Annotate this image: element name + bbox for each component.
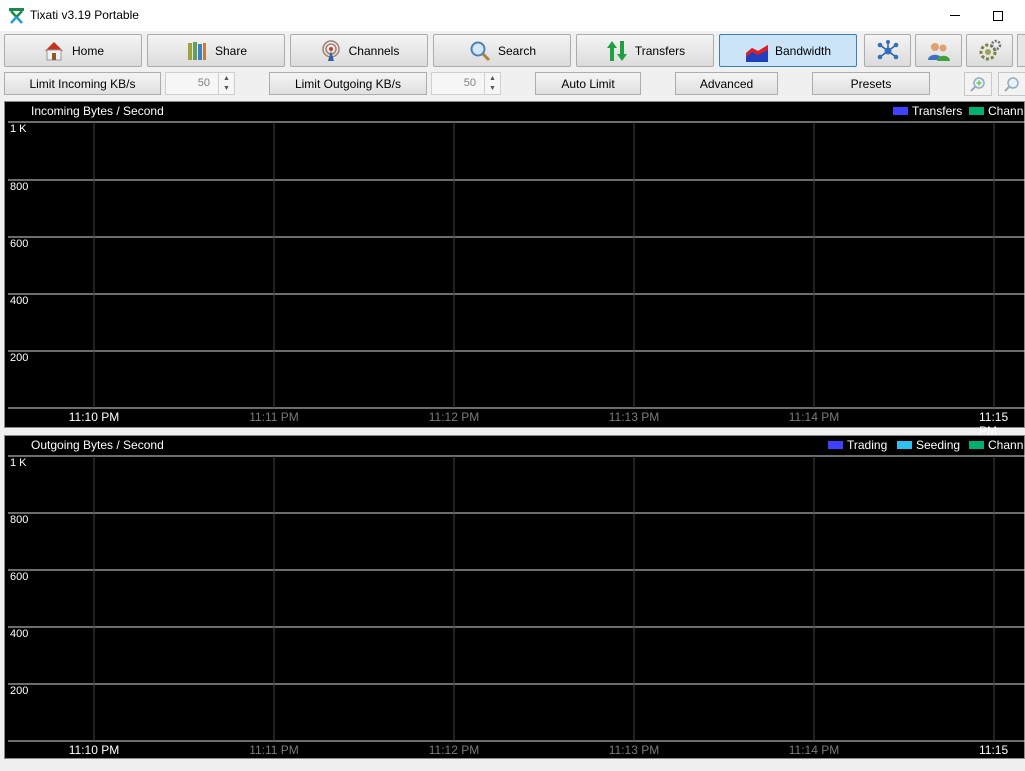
transfers-button[interactable]: Transfers <box>576 34 714 67</box>
books-icon <box>187 41 206 60</box>
x-tick: 11:11 PM <box>249 743 299 757</box>
legend-swatch <box>969 107 984 115</box>
legend-label: Seeding <box>916 438 961 452</box>
legend-label: Trading <box>847 438 888 452</box>
outgoing-limit-value: 50 <box>463 77 476 89</box>
search-label: Search <box>497 43 537 58</box>
legend-swatch <box>969 441 984 449</box>
legend-channels: Chann <box>969 438 1023 452</box>
y-tick: 400 <box>10 628 29 640</box>
incoming-graph-title: Incoming Bytes / Second <box>31 104 164 118</box>
legend-channels: Chann <box>969 104 1023 118</box>
x-tick: 11:14 PM <box>788 410 840 424</box>
bandwidth-label: Bandwidth <box>774 43 832 58</box>
network-nodes-icon <box>877 39 898 59</box>
toolbar-overflow <box>1017 34 1025 67</box>
peers-button[interactable] <box>915 34 962 67</box>
y-tick: 1 K <box>10 123 27 135</box>
zoom-out-icon <box>1004 77 1019 92</box>
tixati-logo-icon <box>9 8 24 24</box>
channels-label: Channels <box>348 43 400 58</box>
spin-down-icon[interactable]: ▼ <box>485 83 500 93</box>
y-tick: 200 <box>10 352 29 364</box>
incoming-spin-arrows[interactable]: ▲ ▼ <box>218 73 234 94</box>
auto-limit-button[interactable]: Auto Limit <box>535 72 641 95</box>
x-tick: 11:12 PM <box>428 743 480 757</box>
y-tick: 400 <box>10 295 29 307</box>
legend-label: Chann <box>988 438 1024 452</box>
legend-transfers: Transfers <box>893 104 962 118</box>
x-tick: 11:12 PM <box>428 410 480 424</box>
maximize-icon <box>993 10 1003 21</box>
zoom-in-icon <box>970 77 985 92</box>
maximize-button[interactable] <box>975 0 1021 31</box>
window-title: Tixati v3.19 Portable <box>30 8 139 22</box>
outgoing-limit-stepper[interactable]: 50 ▲ ▼ <box>431 72 501 95</box>
magnifier-icon <box>470 41 491 61</box>
title-bar: Tixati v3.19 Portable <box>0 0 1025 31</box>
broadcast-antenna-icon <box>321 39 340 61</box>
outgoing-grid <box>8 455 1025 742</box>
home-label: Home <box>71 43 104 58</box>
outgoing-graph-title: Outgoing Bytes / Second <box>31 438 164 452</box>
settings-button[interactable] <box>966 34 1013 67</box>
x-tick: 11:15 PM <box>979 410 1009 438</box>
y-tick: 200 <box>10 685 29 697</box>
spin-up-icon[interactable]: ▲ <box>485 73 500 83</box>
advanced-button[interactable]: Advanced <box>675 72 778 95</box>
legend-swatch <box>897 441 912 449</box>
network-button[interactable] <box>864 34 911 67</box>
status-bar <box>0 759 1025 769</box>
y-tick: 600 <box>10 238 29 250</box>
y-tick: 800 <box>10 514 29 526</box>
zoom-out-button[interactable] <box>998 72 1025 96</box>
main-toolbar: Home Share Channels Search Transfers Ban… <box>0 31 1025 69</box>
home-icon <box>44 41 63 60</box>
up-down-arrows-icon <box>606 40 627 61</box>
x-tick: 11:10 PM <box>68 743 120 757</box>
x-tick: 11:11 PM <box>249 410 299 424</box>
x-tick: 11:13 PM <box>608 410 660 424</box>
legend-swatch <box>893 107 908 115</box>
legend-label: Transfers <box>912 104 963 118</box>
share-button[interactable]: Share <box>147 34 285 67</box>
bandwidth-button[interactable]: Bandwidth <box>719 34 857 67</box>
minimize-icon <box>950 15 960 16</box>
incoming-grid <box>8 121 1025 409</box>
x-tick: 11:10 PM <box>68 410 120 424</box>
transfers-label: Transfers <box>634 43 686 58</box>
home-button[interactable]: Home <box>4 34 142 67</box>
bandwidth-chart-icon <box>745 44 768 62</box>
bandwidth-controls: Limit Incoming KB/s 50 ▲ ▼ Limit Outgoin… <box>0 69 1025 99</box>
legend-swatch <box>828 441 843 449</box>
outgoing-spin-arrows[interactable]: ▲ ▼ <box>484 73 500 94</box>
limit-incoming-button[interactable]: Limit Incoming KB/s <box>4 72 161 95</box>
incoming-limit-value: 50 <box>197 77 210 89</box>
share-label: Share <box>214 43 248 58</box>
y-tick: 600 <box>10 571 29 583</box>
zoom-in-button[interactable] <box>964 72 992 96</box>
limit-outgoing-button[interactable]: Limit Outgoing KB/s <box>269 72 427 95</box>
legend-label: Chann <box>988 104 1024 118</box>
y-tick: 800 <box>10 181 29 193</box>
channels-button[interactable]: Channels <box>290 34 428 67</box>
incoming-limit-stepper[interactable]: 50 ▲ ▼ <box>165 72 235 95</box>
spin-down-icon[interactable]: ▼ <box>219 83 234 93</box>
spin-up-icon[interactable]: ▲ <box>219 73 234 83</box>
search-button[interactable]: Search <box>433 34 571 67</box>
presets-button[interactable]: Presets <box>812 72 930 95</box>
outgoing-graph: Outgoing Bytes / Second Trading Seeding … <box>4 435 1025 771</box>
x-tick: 11:14 PM <box>788 743 840 757</box>
x-tick: 11:13 PM <box>608 743 660 757</box>
incoming-graph: Incoming Bytes / Second Transfers Chann … <box>4 101 1025 438</box>
gears-icon <box>979 39 1001 60</box>
y-tick: 1 K <box>10 457 27 469</box>
legend-trading: Trading <box>828 438 887 452</box>
minimize-button[interactable] <box>932 0 978 31</box>
users-icon <box>927 42 950 61</box>
legend-seeding: Seeding <box>897 438 960 452</box>
